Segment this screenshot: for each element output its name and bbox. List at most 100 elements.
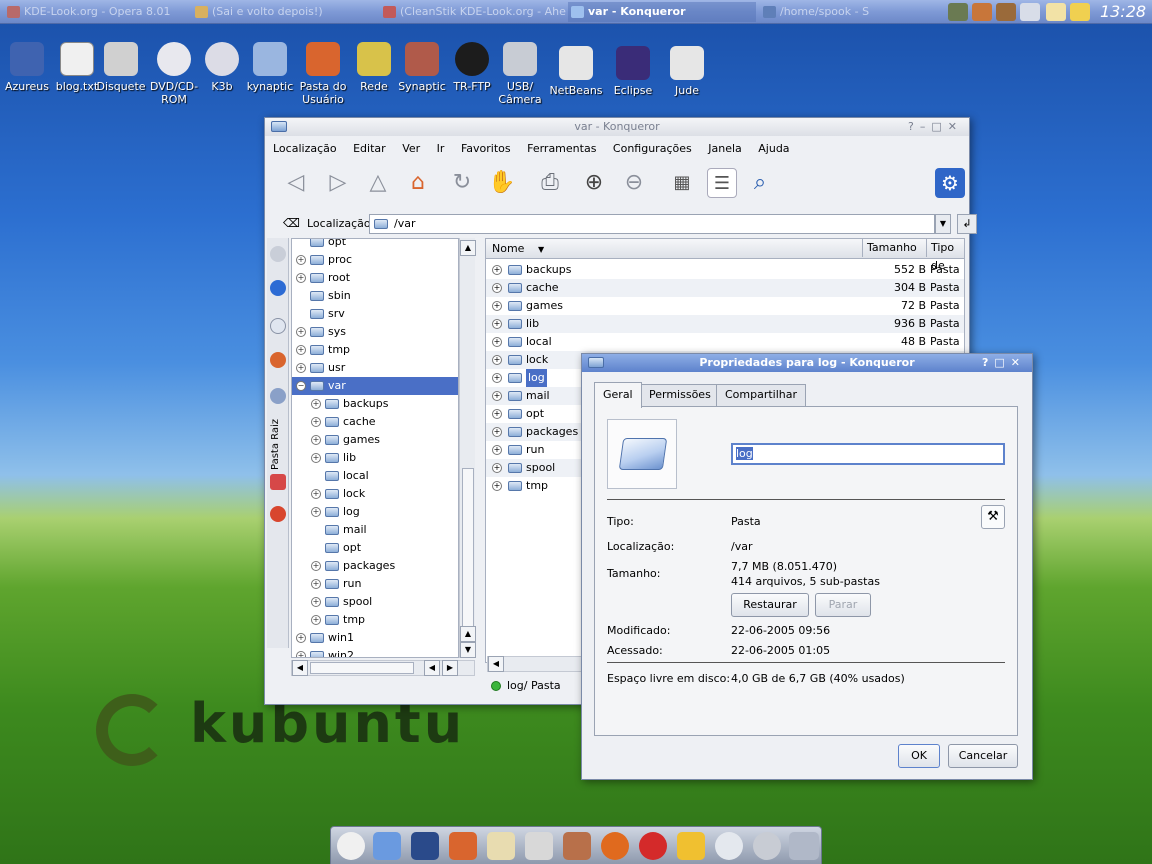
chat-icon[interactable] [715,832,743,860]
expand-icon[interactable]: + [492,373,502,383]
sidebar-tab-root[interactable]: Pasta Raiz [270,419,281,470]
tree-hscroll-thumb[interactable] [310,662,414,674]
stop-icon[interactable]: ✋ [487,168,517,198]
column-name[interactable]: Nome [492,242,524,255]
task-kdelook[interactable]: (CleanStik KDE-Look.org - Ahe [380,2,566,22]
sidebar-tab-pin-icon[interactable] [270,506,286,522]
expand-icon[interactable]: + [311,453,321,463]
expand-icon[interactable]: + [296,363,306,373]
up-icon[interactable]: △ [363,168,393,198]
menu-localizacao[interactable]: Localização [273,142,337,155]
zoom-in-icon[interactable]: ⊕ [579,168,609,198]
tree-item[interactable]: + sys [292,323,458,341]
menu-favoritos[interactable]: Favoritos [461,142,511,155]
tree-item[interactable]: sbin [292,287,458,305]
restore-button[interactable]: Restaurar [731,593,809,617]
tree-item[interactable]: mail [292,521,458,539]
expand-icon[interactable]: + [492,463,502,473]
expand-icon[interactable]: + [492,319,502,329]
package-icon[interactable] [972,3,992,21]
list-horizontal-scrollbar[interactable]: ◀ [487,656,587,672]
task-chat[interactable]: (Sai e volto depois!) [192,2,372,22]
update-icon[interactable] [996,3,1016,21]
tree-item[interactable]: + lib [292,449,458,467]
applets-icon[interactable] [789,832,819,860]
scroll-up-icon[interactable]: ▲ [460,626,476,642]
expand-icon[interactable]: + [492,427,502,437]
scroll-down-icon[interactable]: ▼ [460,642,476,658]
tree-scroll-thumb[interactable] [462,468,474,638]
properties-titlebar[interactable]: Propriedades para log - Konqueror ?□✕ [582,354,1032,372]
expand-icon[interactable]: + [311,579,321,589]
menu-janela[interactable]: Janela [708,142,742,155]
expand-icon[interactable]: + [492,481,502,491]
column-size[interactable]: Tamanho [862,239,917,257]
tree-item[interactable]: local [292,467,458,485]
text-editor-icon[interactable] [487,832,515,860]
desktop-icon-kynaptic[interactable]: kynaptic [240,42,300,93]
tab-geral[interactable]: Geral [594,382,642,408]
expand-icon[interactable]: + [311,561,321,571]
expand-icon[interactable]: + [311,489,321,499]
task-home[interactable]: /home/spook - S [760,2,940,22]
desktop-icon-eclipse[interactable]: Eclipse [603,46,663,97]
notes-tray-icon[interactable] [1070,3,1090,21]
expand-icon[interactable]: + [492,283,502,293]
tab-compartilhar[interactable]: Compartilhar [716,384,807,406]
tree-item[interactable]: + run [292,575,458,593]
expand-icon[interactable]: + [492,445,502,455]
tree-item[interactable]: + win2 [292,647,458,657]
desktop-icon-jude[interactable]: Jude [657,46,717,97]
print-icon[interactable]: ⎙ [535,168,565,198]
expand-icon[interactable]: + [296,327,306,337]
clipboard-icon[interactable] [1020,3,1040,21]
firefox-icon[interactable] [601,832,629,860]
desktop-icon-disquete[interactable]: Disquete [91,42,151,93]
expand-icon[interactable]: + [311,615,321,625]
tree-item[interactable]: + usr [292,359,458,377]
list-item[interactable]: + backups 552 B Pasta [486,261,964,279]
tab-permissoes[interactable]: Permissões [640,384,720,406]
menu-ajuda[interactable]: Ajuda [758,142,789,155]
collapse-icon[interactable]: − [296,381,306,391]
tree-horizontal-scrollbar[interactable]: ◀ ◀ ▶ [291,660,475,676]
tree-item[interactable]: opt [292,239,458,251]
stop-button[interactable]: Parar [815,593,871,617]
desktop-icon-usb[interactable]: USB/ Câmera [490,42,550,106]
sidebar-tab-history-icon[interactable] [270,318,286,334]
menu-ver[interactable]: Ver [402,142,420,155]
back-icon[interactable]: ◁ [281,168,311,198]
desktop-icon-netbeans[interactable]: NetBeans [546,46,606,97]
tree-item[interactable]: + win1 [292,629,458,647]
tree-item[interactable]: + proc [292,251,458,269]
clear-location-icon[interactable]: ⌫ [283,216,300,230]
tree-item[interactable]: − var [292,377,458,395]
tree-item[interactable]: + spool [292,593,458,611]
image-viewer-icon[interactable] [563,832,591,860]
name-input[interactable]: log [731,443,1005,465]
folder-icon-button[interactable] [607,419,677,489]
menu-editar[interactable]: Editar [353,142,386,155]
task-konqueror[interactable]: var - Konqueror [568,2,756,22]
tree-item[interactable]: + packages [292,557,458,575]
tree-vertical-scrollbar[interactable]: ▲ ▲ ▼ [459,238,476,658]
sidebar-tab-network-icon[interactable] [270,388,286,404]
tree-item[interactable]: + backups [292,395,458,413]
cancel-button[interactable]: Cancelar [948,744,1018,768]
tree-item[interactable]: + games [292,431,458,449]
ok-button[interactable]: OK [898,744,940,768]
scroll-left-icon[interactable]: ◀ [292,660,308,676]
expand-icon[interactable]: + [311,597,321,607]
task-opera[interactable]: KDE-Look.org - Opera 8.01 [4,2,190,22]
icon-view-icon[interactable]: ▦ [667,168,697,198]
expand-icon[interactable]: + [492,355,502,365]
list-item[interactable]: + local 48 B Pasta [486,333,964,351]
tree-item[interactable]: + root [292,269,458,287]
sidebar-tab-services-icon[interactable] [270,246,286,262]
column-type[interactable]: Tipo de [926,239,964,272]
tree-item[interactable]: + lock [292,485,458,503]
expand-icon[interactable]: + [296,255,306,265]
scroll-left-icon[interactable]: ◀ [488,656,504,672]
tree-item[interactable]: + tmp [292,611,458,629]
tree-item[interactable]: + cache [292,413,458,431]
